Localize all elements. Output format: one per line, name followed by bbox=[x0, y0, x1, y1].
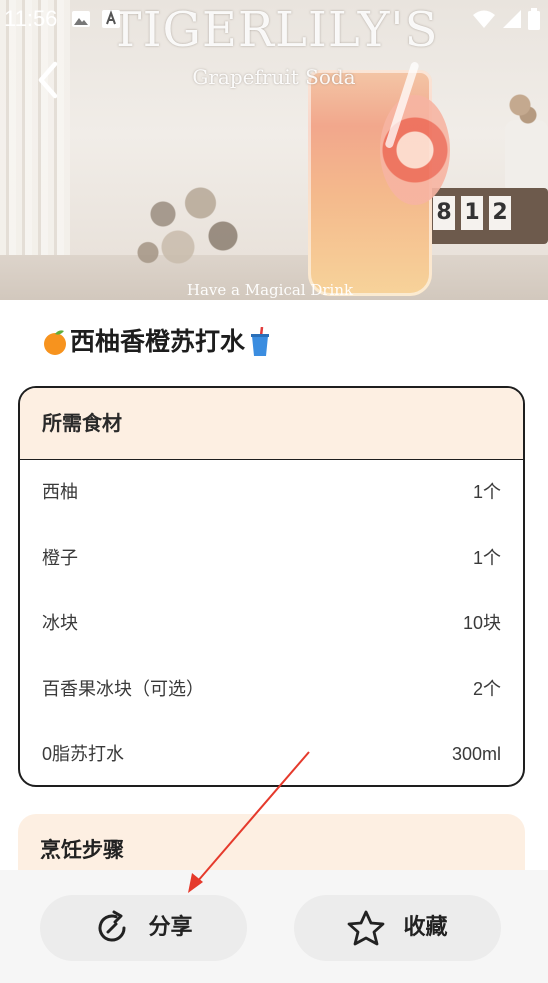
ingredient-amount: 300ml bbox=[451, 744, 501, 765]
ingredient-name: 橙子 bbox=[42, 547, 78, 568]
orange-icon bbox=[40, 327, 70, 357]
favorite-button[interactable]: 收藏 bbox=[294, 895, 501, 961]
ingredient-name: 冰块 bbox=[42, 613, 78, 634]
share-label: 分享 bbox=[148, 915, 193, 940]
status-time: 11:56 bbox=[4, 6, 58, 31]
ingredient-amount: 1个 bbox=[472, 547, 501, 568]
recipe-title-text: 西柚香橙苏打水 bbox=[70, 327, 246, 356]
ingredient-row: 冰块 10块 bbox=[20, 591, 523, 657]
calendar-digit: 8 bbox=[433, 196, 455, 230]
hero-grapefruit-slice bbox=[380, 95, 450, 205]
ingredients-header: 所需食材 bbox=[20, 388, 523, 460]
ingredient-row: 0脂苏打水 300ml bbox=[20, 722, 523, 785]
hero-dried-flowers bbox=[118, 170, 268, 280]
hero-image: 8 1 2 TIGERLILY'S Grapefruit Soda Have a… bbox=[0, 0, 548, 300]
ingredient-amount: 2个 bbox=[472, 678, 501, 699]
calendar-digit: 2 bbox=[489, 196, 511, 230]
battery-icon bbox=[528, 8, 540, 30]
ingredient-row: 橙子 1个 bbox=[20, 526, 523, 592]
hero-tagline: Have a Magical Drink bbox=[186, 281, 354, 299]
status-left-icons bbox=[71, 9, 121, 29]
ingredient-row: 西柚 1个 bbox=[20, 460, 523, 526]
hero-vase bbox=[505, 120, 548, 190]
share-icon bbox=[99, 910, 126, 942]
image-icon bbox=[72, 11, 91, 27]
star-icon bbox=[348, 910, 385, 946]
favorite-label: 收藏 bbox=[403, 915, 448, 940]
ingredient-name: 0脂苏打水 bbox=[42, 744, 125, 765]
chevron-left-icon bbox=[38, 61, 58, 99]
recipe-title: 西柚香橙苏打水 bbox=[40, 322, 275, 362]
ingredients-card: 所需食材 西柚 1个 橙子 1个 冰块 10块 百香果冰块（可选） 2个 0脂苏… bbox=[18, 386, 525, 787]
signal-icon bbox=[503, 10, 521, 28]
hero-subtitle: Grapefruit Soda bbox=[192, 65, 356, 89]
status-right-icons bbox=[472, 8, 540, 30]
back-button[interactable] bbox=[24, 56, 72, 104]
ingredient-amount: 10块 bbox=[462, 613, 501, 634]
steps-header: 烹饪步骤 bbox=[40, 838, 124, 862]
share-button[interactable]: 分享 bbox=[40, 895, 247, 961]
calendar-digit: 1 bbox=[461, 196, 483, 230]
cup-with-straw-icon bbox=[245, 327, 275, 357]
ingredient-row: 百香果冰块（可选） 2个 bbox=[20, 657, 523, 723]
bottom-action-bar: 分享 收藏 bbox=[0, 870, 548, 983]
ingredient-name: 百香果冰块（可选） bbox=[42, 678, 204, 699]
ingredient-amount: 1个 bbox=[472, 482, 501, 503]
notification-a-icon bbox=[102, 10, 121, 28]
wifi-icon bbox=[473, 10, 495, 28]
status-bar: 11:56 bbox=[0, 0, 548, 38]
ingredient-name: 西柚 bbox=[42, 482, 78, 503]
hero-calendar: 8 1 2 bbox=[427, 188, 548, 244]
